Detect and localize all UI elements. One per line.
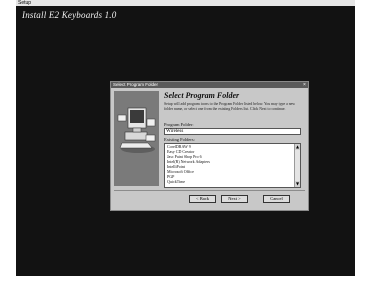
step-title: Select Program Folder	[164, 91, 240, 100]
installer-window: Setup Install E2 Keyboards 1.0 Select Pr…	[16, 0, 355, 276]
program-folder-label: Program Folder:	[164, 122, 194, 127]
existing-folders-label: Existing Folders:	[164, 137, 195, 142]
existing-folders-list[interactable]: CorelDRAW 9 Easy CD Creator Jasc Paint S…	[164, 143, 301, 188]
dialog-body: Select Program Folder Setup will add pro…	[111, 88, 308, 188]
dialog-title: Select Program Folder	[113, 82, 159, 87]
screen: Setup Install E2 Keyboards 1.0 Select Pr…	[0, 0, 367, 282]
dialog-divider	[114, 190, 305, 191]
program-folder-input[interactable]: Wireless	[164, 128, 301, 135]
scroll-up-icon[interactable]: ▲	[295, 144, 300, 150]
list-scrollbar[interactable]: ▲ ▼	[294, 144, 300, 187]
installer-heading: Install E2 Keyboards 1.0	[22, 10, 117, 20]
next-button[interactable]: Next >	[221, 195, 248, 203]
step-description: Setup will add program icons to the Prog…	[164, 102, 296, 111]
computer-icon	[117, 107, 156, 153]
select-folder-dialog: Select Program Folder × Select Program F…	[110, 81, 309, 211]
scroll-down-icon[interactable]: ▼	[295, 181, 300, 187]
setup-art-panel	[114, 91, 159, 186]
installer-titlebar: Setup	[16, 0, 355, 6]
cancel-button[interactable]: Cancel	[263, 195, 290, 203]
back-button[interactable]: < Back	[189, 195, 216, 203]
list-item[interactable]: QuickTime	[165, 179, 300, 184]
